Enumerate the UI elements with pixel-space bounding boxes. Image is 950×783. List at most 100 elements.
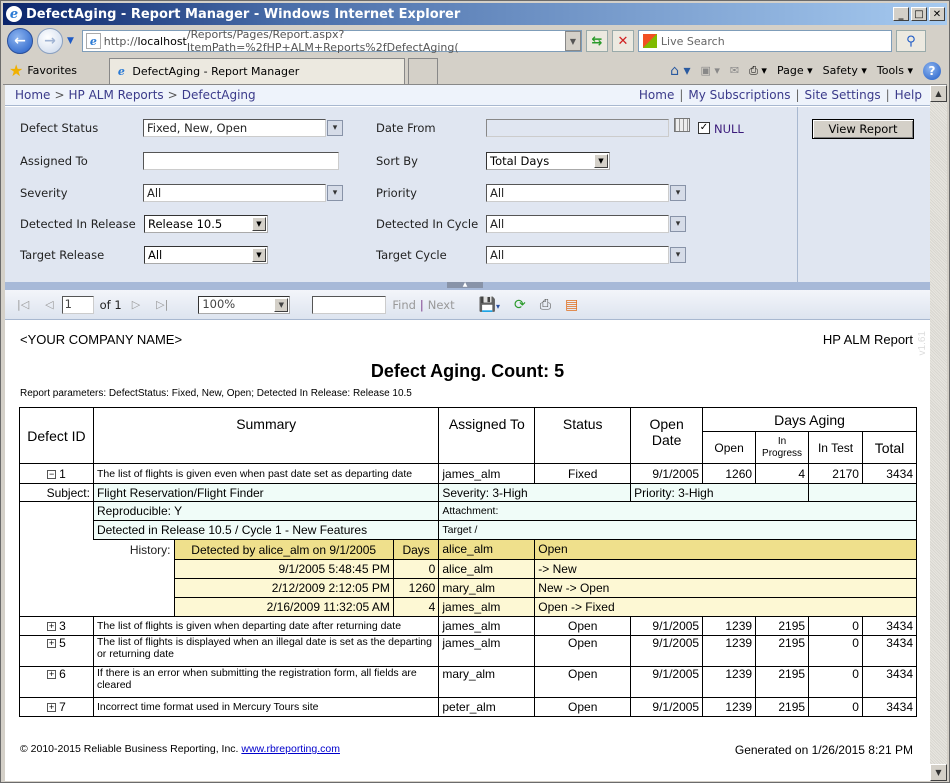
next-page-icon[interactable]: ▷ (132, 298, 140, 311)
severity-dropdown-icon[interactable]: ▾ (327, 185, 343, 201)
minimize-button[interactable]: _ (893, 7, 909, 21)
tools-menu[interactable]: Tools ▾ (877, 64, 913, 77)
live-search-logo-icon (642, 34, 657, 48)
page-menu[interactable]: Page ▾ (777, 64, 813, 77)
expand-icon[interactable]: + (47, 703, 57, 713)
severity-input[interactable]: All (143, 184, 326, 202)
rss-feed-icon[interactable]: ▣ ▾ (701, 64, 720, 77)
chevron-down-icon: ▼ (252, 248, 266, 262)
favorites-button[interactable]: Favorites (27, 64, 87, 77)
scroll-up-button[interactable]: ▲ (930, 85, 947, 102)
defect-id-cell[interactable]: +7 (19, 697, 94, 717)
scroll-down-button[interactable]: ▼ (930, 764, 947, 781)
forward-button[interactable]: → (37, 28, 63, 54)
link-home[interactable]: Home (639, 88, 674, 102)
close-button[interactable]: ✕ (929, 7, 945, 21)
history-header-status: Open (534, 539, 917, 560)
view-report-button[interactable]: View Report (812, 119, 914, 139)
sort-by-select[interactable]: Total Days ▼ (486, 152, 610, 170)
mail-icon[interactable]: ✉ (730, 64, 739, 77)
find-input[interactable] (312, 295, 387, 314)
priority-dropdown-icon[interactable]: ▾ (670, 185, 686, 201)
browser-tab[interactable]: e DefectAging - Report Manager (109, 57, 406, 84)
link-help[interactable]: Help (895, 88, 922, 102)
detected-in-cycle-dropdown-icon[interactable]: ▾ (670, 216, 686, 232)
search-button[interactable]: ⚲ (895, 30, 926, 52)
history-dropdown-icon[interactable]: ▼ (67, 36, 74, 46)
priority-input[interactable]: All (486, 184, 669, 202)
page-number-input[interactable]: 1 (61, 295, 94, 314)
new-tab-button[interactable] (408, 57, 439, 84)
header-defect-id[interactable]: Defect ID (19, 407, 94, 464)
defect-id-cell[interactable]: +5 (19, 635, 94, 667)
severity-label: Severity (20, 186, 68, 200)
favorites-star-icon[interactable]: ★ (9, 61, 23, 80)
print-report-icon[interactable]: ⎙ (540, 297, 551, 313)
search-input[interactable]: Live Search (637, 30, 892, 52)
rbreporting-link[interactable]: www.rbreporting.com (241, 743, 340, 755)
date-from-input[interactable] (486, 119, 669, 137)
find-link[interactable]: Find (392, 298, 416, 312)
breadcrumb-home[interactable]: Home (15, 88, 50, 102)
last-page-icon[interactable]: ▷| (156, 298, 168, 311)
null-checkbox[interactable]: ✓ (698, 122, 710, 134)
target-cycle-dropdown-icon[interactable]: ▾ (670, 247, 686, 263)
header-in-progress[interactable]: In Progress (755, 431, 810, 464)
help-icon[interactable]: ? (923, 61, 941, 80)
collapse-icon[interactable]: − (47, 469, 57, 479)
status-cell: Fixed (534, 463, 632, 484)
assigned-to-input[interactable] (143, 152, 339, 170)
previous-page-icon[interactable]: ◁ (45, 298, 53, 311)
link-site-settings[interactable]: Site Settings (805, 88, 881, 102)
calendar-icon[interactable] (674, 118, 690, 132)
breadcrumb-hp-alm-reports[interactable]: HP ALM Reports (69, 88, 164, 102)
collapse-handle-icon[interactable]: ▲ (447, 282, 483, 288)
maximize-button[interactable]: □ (911, 7, 927, 21)
breadcrumb: Home > HP ALM Reports > DefectAging (15, 88, 256, 102)
defect-id-cell[interactable]: +3 (19, 616, 94, 636)
detected-in-cycle-input[interactable]: All (486, 215, 669, 233)
first-page-icon[interactable]: |◁ (17, 298, 29, 311)
in-progress-days-cell: 4 (755, 463, 810, 484)
home-icon[interactable]: ⌂ ▾ (670, 63, 690, 79)
header-status[interactable]: Status (534, 407, 632, 464)
header-assigned-to[interactable]: Assigned To (438, 407, 536, 464)
print-icon[interactable]: ⎙ ▾ (749, 64, 767, 78)
target-cycle-input[interactable]: All (486, 246, 669, 264)
back-button[interactable]: ← (7, 28, 33, 54)
header-total[interactable]: Total (861, 431, 918, 464)
stop-button[interactable]: ✕ (611, 30, 634, 52)
link-my-subscriptions[interactable]: My Subscriptions (688, 88, 790, 102)
header-open[interactable]: Open (702, 431, 757, 464)
export-icon[interactable]: 💾▾ (479, 297, 500, 313)
vertical-scrollbar[interactable]: ▲ ▼ (930, 85, 947, 781)
next-link[interactable]: Next (428, 298, 455, 312)
data-feed-icon[interactable]: ▤ (565, 297, 578, 313)
defect-id-cell[interactable]: −1 (19, 463, 94, 484)
safety-menu[interactable]: Safety ▾ (823, 64, 867, 77)
header-summary[interactable]: Summary (92, 407, 440, 464)
subject-value: Flight Reservation/Flight Finder (92, 483, 440, 502)
refresh-report-icon[interactable]: ⟳ (514, 297, 526, 313)
address-bar[interactable]: e http://localhost/Reports/Pages/Report.… (81, 28, 582, 54)
expand-icon[interactable]: + (47, 670, 57, 680)
defect-status-dropdown-icon[interactable]: ▾ (327, 120, 343, 136)
header-in-test[interactable]: In Test (808, 431, 863, 464)
parameters-splitter[interactable]: ▲ (5, 282, 930, 290)
defect-id-cell[interactable]: +6 (19, 666, 94, 698)
history-change: -> New (534, 558, 917, 579)
refresh-button[interactable]: ⇆ (585, 30, 608, 52)
open-days-cell: 1260 (702, 463, 757, 484)
expand-icon[interactable]: + (47, 639, 57, 649)
defect-status-input[interactable]: Fixed, New, Open (143, 119, 326, 137)
address-dropdown-button[interactable]: ▼ (564, 31, 581, 51)
header-open-date[interactable]: Open Date (630, 407, 704, 464)
breadcrumb-defectaging[interactable]: DefectAging (182, 88, 256, 102)
zoom-select[interactable]: 100% ▼ (198, 295, 291, 314)
expand-icon[interactable]: + (47, 622, 57, 632)
target-release-select[interactable]: All ▼ (144, 246, 268, 264)
breadcrumb-separator: > (167, 88, 178, 102)
detected-in-release-select[interactable]: Release 10.5 ▼ (144, 215, 268, 233)
table-row: +3 The list of flights is given when dep… (19, 616, 918, 636)
open-date-cell: 9/1/2005 (630, 616, 704, 636)
